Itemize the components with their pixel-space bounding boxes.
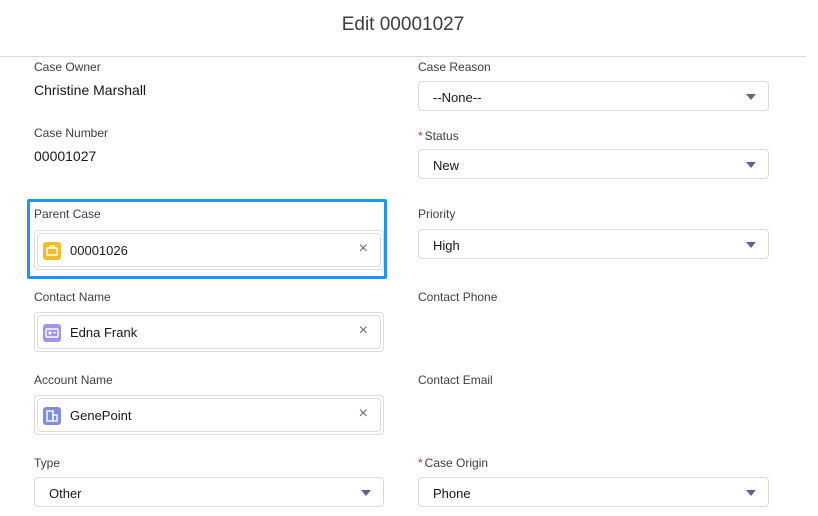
chevron-down-icon <box>361 490 371 496</box>
contact-name-lookup[interactable]: Edna Frank × <box>34 312 384 352</box>
status-label-text: Status <box>424 129 459 143</box>
contact-name-pill[interactable]: Edna Frank × <box>37 315 381 349</box>
priority-label: Priority <box>418 207 456 221</box>
case-origin-value: Phone <box>433 486 471 501</box>
contact-icon <box>43 324 61 342</box>
account-name-label: Account Name <box>34 373 113 387</box>
contact-email-label: Contact Email <box>418 373 493 387</box>
focus-highlight <box>27 199 387 279</box>
case-number-label: Case Number <box>34 126 109 140</box>
case-origin-select[interactable]: Phone <box>418 477 769 507</box>
type-value: Other <box>49 486 82 501</box>
required-marker: * <box>418 129 423 143</box>
header-divider <box>0 56 806 57</box>
page-title: Edit 00001027 <box>341 14 465 35</box>
status-value: New <box>433 158 460 173</box>
account-name-lookup[interactable]: GenePoint × <box>34 395 384 435</box>
priority-select[interactable]: High <box>418 229 769 259</box>
contact-name-clear-icon[interactable]: × <box>359 322 368 340</box>
case-owner-label: Case Owner <box>34 60 101 74</box>
account-name-pill[interactable]: GenePoint × <box>37 398 381 432</box>
chevron-down-icon <box>746 490 756 496</box>
contact-name-value: Edna Frank <box>70 325 138 340</box>
case-origin-label: * Case Origin <box>418 456 488 470</box>
chevron-down-icon <box>746 162 756 168</box>
case-number-value: 00001027 <box>34 148 97 164</box>
type-label: Type <box>34 456 61 470</box>
required-marker: * <box>418 456 423 470</box>
account-icon <box>43 407 61 425</box>
account-name-clear-icon[interactable]: × <box>359 405 368 423</box>
type-select[interactable]: Other <box>34 477 384 507</box>
priority-value: High <box>433 238 460 253</box>
case-reason-label: Case Reason <box>418 60 491 74</box>
status-label: * Status <box>418 129 459 143</box>
status-select[interactable]: New <box>418 149 769 179</box>
chevron-down-icon <box>746 242 756 248</box>
case-reason-select[interactable]: --None-- <box>418 81 769 111</box>
chevron-down-icon <box>746 94 756 100</box>
case-owner-value: Christine Marshall <box>34 82 147 98</box>
account-name-value: GenePoint <box>70 408 132 423</box>
contact-name-label: Contact Name <box>34 290 111 304</box>
case-reason-value: --None-- <box>433 90 482 105</box>
case-origin-label-text: Case Origin <box>424 456 489 470</box>
contact-phone-label: Contact Phone <box>418 290 498 304</box>
